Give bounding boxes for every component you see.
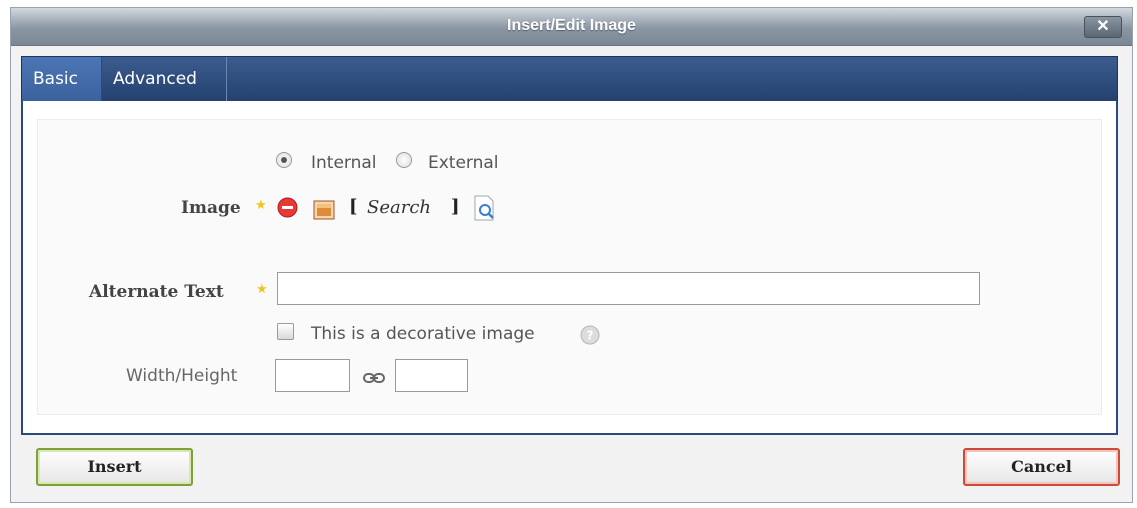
alt-text-label: Alternate Text bbox=[89, 282, 224, 302]
alt-text-input[interactable] bbox=[277, 272, 980, 305]
width-input[interactable] bbox=[275, 359, 350, 392]
required-star-icon: ★ bbox=[256, 282, 268, 297]
tab-basic[interactable]: Basic bbox=[22, 57, 101, 101]
tab-advanced[interactable]: Advanced bbox=[101, 57, 227, 101]
height-input[interactable] bbox=[395, 359, 468, 392]
image-label: Image bbox=[181, 198, 241, 218]
close-button[interactable]: ✕ bbox=[1084, 16, 1122, 38]
decorative-image-checkbox[interactable] bbox=[277, 323, 294, 340]
link-ratio-icon[interactable] bbox=[363, 369, 385, 383]
external-radio-label[interactable]: External bbox=[428, 153, 499, 173]
required-star-icon: ★ bbox=[255, 198, 267, 213]
search-bracket-open: [ bbox=[349, 196, 358, 217]
tab-bar: Basic Advanced bbox=[21, 56, 1118, 102]
width-height-label: Width/Height bbox=[126, 366, 238, 386]
insert-button[interactable]: Insert bbox=[36, 448, 193, 486]
decorative-image-label[interactable]: This is a decorative image bbox=[311, 324, 535, 344]
external-radio[interactable] bbox=[396, 152, 412, 168]
preview-search-icon[interactable] bbox=[473, 195, 497, 221]
help-icon[interactable]: ? bbox=[580, 325, 600, 345]
dialog-title: Insert/Edit Image bbox=[507, 17, 636, 34]
svg-text:?: ? bbox=[587, 329, 594, 343]
search-bracket-close: ] bbox=[451, 196, 460, 217]
search-link[interactable]: Search bbox=[367, 197, 431, 218]
dialog-titlebar: Insert/Edit Image ✕ bbox=[11, 8, 1132, 46]
image-browse-icon[interactable] bbox=[313, 200, 335, 220]
remove-image-icon[interactable] bbox=[277, 197, 298, 218]
internal-radio[interactable] bbox=[276, 152, 292, 168]
internal-radio-label[interactable]: Internal bbox=[311, 153, 377, 173]
cancel-button[interactable]: Cancel bbox=[963, 448, 1120, 486]
